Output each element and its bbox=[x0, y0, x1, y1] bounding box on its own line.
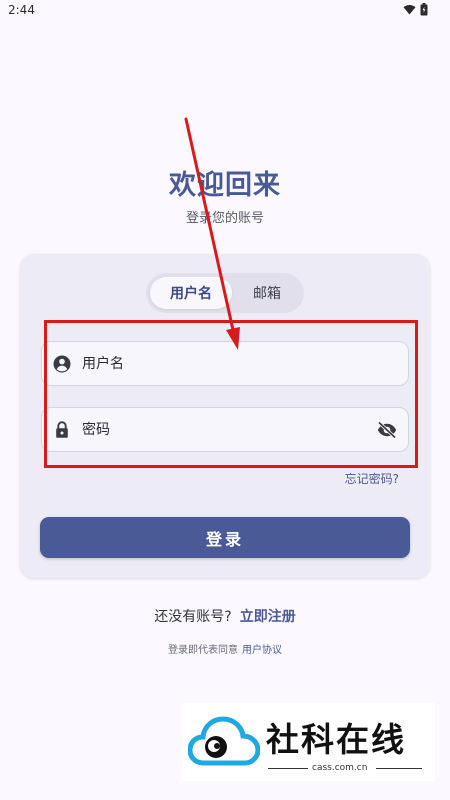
tab-username[interactable]: 用户名 bbox=[150, 277, 232, 309]
agreement-row: 登录即代表同意 用户协议 bbox=[0, 641, 450, 656]
register-row: 还没有账号? 立即注册 bbox=[0, 606, 450, 626]
status-time: 2:44 bbox=[8, 3, 35, 17]
watermark-rule-left bbox=[268, 768, 308, 769]
forgot-password-link[interactable]: 忘记密码? bbox=[345, 470, 399, 487]
agreement-prefix: 登录即代表同意 bbox=[168, 645, 238, 656]
wifi-icon bbox=[403, 4, 416, 15]
page-title: 欢迎回来 bbox=[169, 170, 281, 201]
status-bar: 2:44 bbox=[0, 0, 450, 22]
lock-icon bbox=[52, 420, 72, 440]
password-field[interactable] bbox=[41, 407, 409, 452]
register-prompt: 还没有账号? bbox=[154, 609, 232, 625]
username-input[interactable] bbox=[82, 342, 362, 385]
register-link[interactable]: 立即注册 bbox=[240, 609, 296, 625]
username-field[interactable] bbox=[41, 341, 409, 386]
status-icons bbox=[403, 3, 428, 16]
tab-email[interactable]: 邮箱 bbox=[234, 277, 300, 309]
page-subtitle: 登录您的账号 bbox=[185, 211, 264, 226]
battery-icon bbox=[420, 3, 428, 16]
login-button-label: 登录 bbox=[205, 529, 244, 549]
user-agreement-link[interactable]: 用户协议 bbox=[242, 645, 282, 656]
login-method-tabs: 用户名 邮箱 bbox=[146, 273, 304, 313]
watermark-domain: cass.com.cn bbox=[312, 763, 368, 773]
watermark-rule-right bbox=[376, 768, 422, 769]
tab-email-label: 邮箱 bbox=[253, 286, 281, 302]
tab-username-label: 用户名 bbox=[170, 286, 212, 302]
watermark: 社科在线 cass.com.cn bbox=[182, 703, 435, 781]
password-input[interactable] bbox=[82, 408, 362, 451]
login-button[interactable]: 登录 bbox=[40, 517, 410, 558]
cloud-logo-icon bbox=[187, 713, 261, 777]
watermark-name: 社科在线 bbox=[266, 720, 406, 759]
account-circle-icon bbox=[52, 354, 72, 374]
eye-off-icon[interactable] bbox=[376, 420, 398, 440]
